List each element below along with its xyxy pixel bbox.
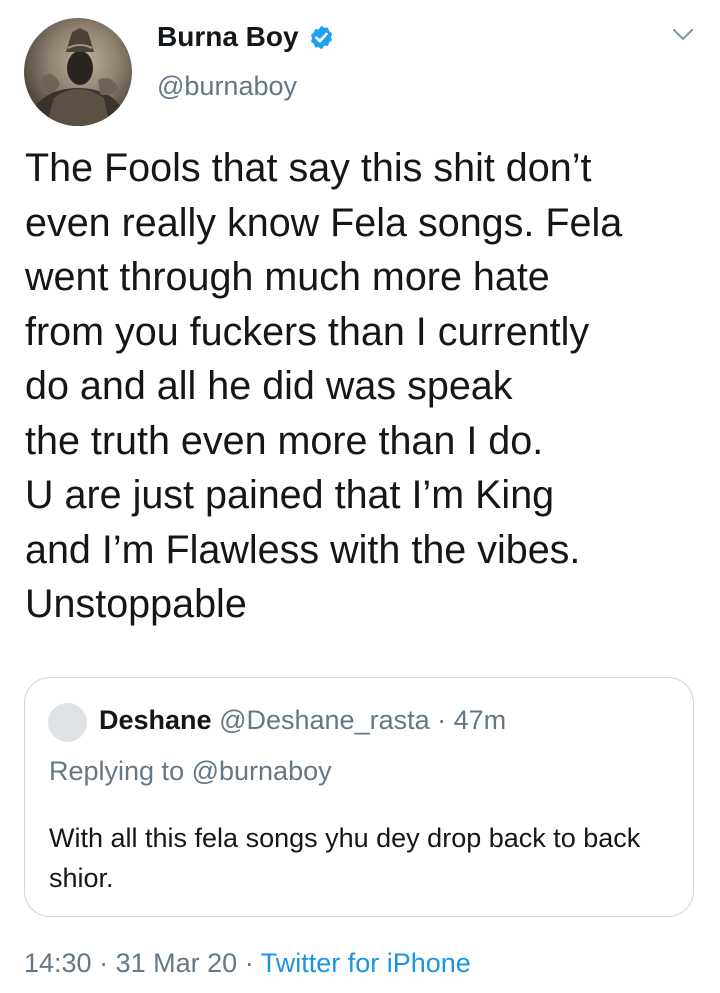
quoted-time[interactable]: 47m [454,705,507,735]
author-name[interactable]: Burna Boy [157,21,299,53]
tweet-source-link[interactable]: Twitter for iPhone [261,948,471,978]
quoted-handle[interactable]: @Deshane_rasta [219,705,430,735]
quoted-header: Deshane @Deshane_rasta · 47m [99,705,506,736]
replying-handle[interactable]: @burnaboy [192,756,332,786]
chevron-down-icon[interactable] [672,28,694,42]
replying-to: Replying to @burnaboy [49,756,332,787]
tweet-footer: 14:30 · 31 Mar 20 · Twitter for iPhone [24,948,471,979]
author-avatar[interactable] [24,18,132,126]
tweet-date[interactable]: 31 Mar 20 [116,948,238,978]
footer-separator: · [99,948,109,978]
verified-badge-icon [310,25,332,49]
tweet-text: The Fools that say this shit don’t even … [25,146,623,626]
quoted-name[interactable]: Deshane [99,705,212,735]
quoted-tweet[interactable]: Deshane @Deshane_rasta · 47m Replying to… [24,677,694,917]
footer-separator: · [244,948,254,978]
tweet-time[interactable]: 14:30 [24,948,92,978]
avatar-photo [34,28,122,126]
quoted-text: With all this fela songs yhu dey drop ba… [49,823,641,893]
quoted-separator: · [437,705,447,735]
quoted-avatar[interactable] [48,703,87,742]
replying-label: Replying to [49,756,185,786]
author-handle[interactable]: @burnaboy [157,71,297,102]
